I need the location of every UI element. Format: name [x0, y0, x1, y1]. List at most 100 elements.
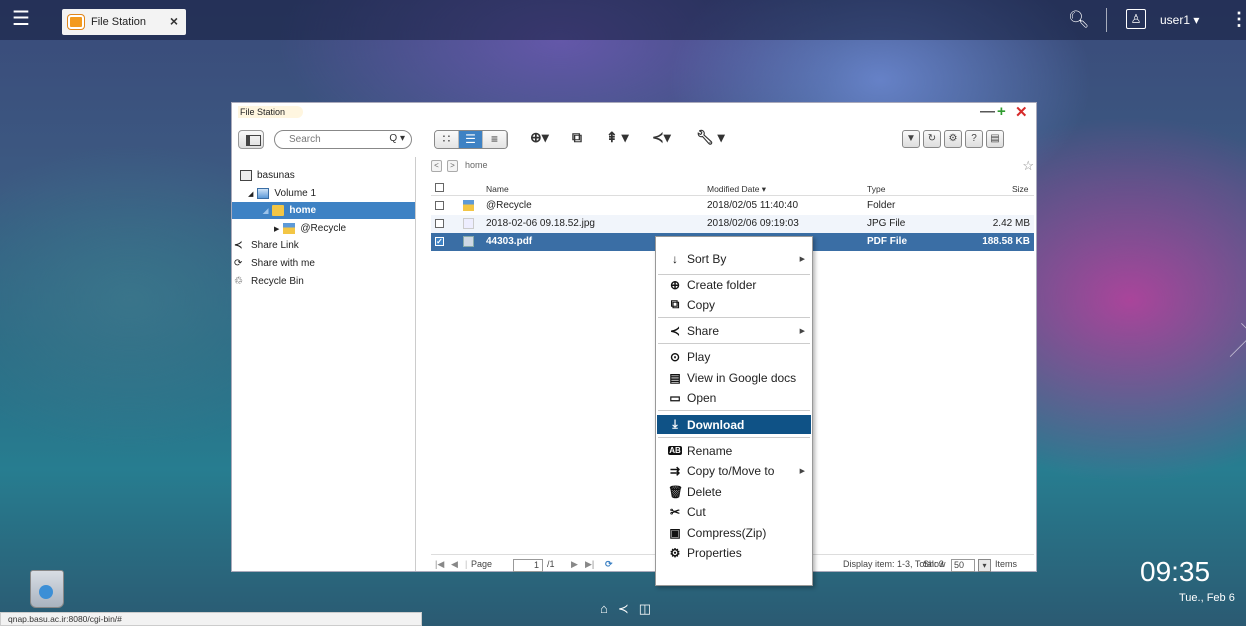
items-per-page-select[interactable]: 50	[951, 559, 975, 572]
settings-icon[interactable]: ⚙	[944, 130, 962, 148]
copy-tool-icon[interactable]: ⧉	[572, 129, 582, 146]
create-icon[interactable]: ⊕▾	[530, 129, 549, 146]
share-tool-icon[interactable]: ≺▾	[652, 129, 671, 146]
upload-icon[interactable]: ⇞ ▾	[606, 129, 629, 146]
menu-item-share[interactable]: ≺ Share ▶	[657, 321, 811, 340]
menu-item-view-google-docs[interactable]: ▤ View in Google docs	[657, 368, 811, 387]
prev-page-icon[interactable]: ◀	[451, 559, 458, 570]
search-dropdown-icon[interactable]: Q ▾	[389, 133, 405, 144]
menu-item-copy[interactable]: ⧉ Copy	[657, 295, 811, 314]
close-window-button[interactable]: ✕	[1015, 103, 1028, 121]
menu-item-label: Sort By	[687, 251, 727, 266]
list-view-button[interactable]: ☰	[459, 131, 483, 148]
main-menu-icon[interactable]: ☰	[9, 8, 33, 32]
search-input[interactable]: Search Q ▾	[274, 130, 412, 149]
close-tab-icon[interactable]: ×	[170, 13, 178, 29]
first-page-icon[interactable]: |◀	[435, 559, 444, 570]
view-mode-group: ∷ ☰ ≡	[434, 130, 508, 149]
tree-item-basunas[interactable]: basunas	[240, 167, 295, 184]
table-row[interactable]: @Recycle 2018/02/05 11:40:40 Folder	[431, 197, 1034, 215]
file-station-tab[interactable]: File Station ×	[62, 9, 186, 35]
tree-item-home[interactable]: ◢ home	[232, 202, 415, 219]
expand-arrow-icon[interactable]: ◢	[248, 190, 253, 198]
info-panel-icon[interactable]: ▤	[986, 130, 1004, 148]
share-with-me-icon: ⟳	[234, 258, 243, 269]
tree-item-share-with-me[interactable]: ⟳ Share with me	[234, 255, 315, 272]
dock-icons[interactable]: ⌂≺◫	[600, 601, 661, 617]
menu-item-properties[interactable]: ⚙ Properties	[657, 543, 811, 562]
table-row[interactable]: 2018-02-06 09.18.52.jpg 2018/02/06 09:19…	[431, 215, 1034, 233]
menu-item-create-folder[interactable]: ⊕ Create folder	[657, 275, 811, 294]
page-label: Page	[471, 559, 493, 569]
share-link-icon: ≺	[234, 240, 243, 251]
pdf-file-icon	[463, 236, 474, 247]
row-checkbox[interactable]	[435, 201, 444, 210]
tree-item-recycle[interactable]: ▶ @Recycle	[274, 220, 346, 237]
collapse-arrow-icon[interactable]: ▶	[274, 225, 279, 233]
menu-item-open[interactable]: ▭ Open	[657, 388, 811, 407]
sort-icon: ↓	[672, 251, 678, 266]
window-title: File Station	[238, 106, 304, 118]
column-header-type[interactable]: Type	[867, 184, 885, 194]
file-type: PDF File	[867, 236, 908, 247]
download-icon: ⤓	[672, 417, 678, 431]
menu-item-copy-move[interactable]: ⇉ Copy to/Move to ▶	[657, 461, 811, 480]
column-header-name[interactable]: Name	[486, 184, 509, 194]
thumbnail-view-button[interactable]: ∷	[435, 131, 459, 148]
next-desktop-arrow-icon[interactable]	[1219, 323, 1246, 357]
tree-item-label: Share Link	[251, 240, 299, 251]
window-titlebar[interactable]: File Station — + ✕	[232, 103, 1036, 123]
menu-item-delete[interactable]: 🗑︎ Delete	[657, 482, 811, 501]
tree-item-share-link[interactable]: ≺ Share Link	[234, 237, 299, 254]
row-checkbox-checked[interactable]: ✓	[435, 237, 444, 246]
nas-icon	[240, 170, 252, 181]
tree-item-recycle-bin[interactable]: ♲ Recycle Bin	[234, 273, 304, 290]
menu-item-sort-by[interactable]: ↓ Sort By ▶	[657, 249, 811, 268]
column-header-size[interactable]: Size	[1012, 184, 1029, 194]
home-folder-icon	[272, 205, 285, 216]
tree-item-volume[interactable]: ◢ Volume 1	[248, 185, 316, 202]
expand-arrow-icon[interactable]: ◢	[263, 207, 268, 215]
menu-item-download[interactable]: ⤓ Download	[657, 415, 811, 434]
favorite-star-icon[interactable]: ☆	[1022, 158, 1034, 174]
menu-item-cut[interactable]: ✂ Cut	[657, 502, 811, 521]
submenu-arrow-icon: ▶	[799, 327, 805, 335]
minimize-button[interactable]: —	[980, 103, 995, 120]
more-options-icon[interactable]: ⋮	[1230, 9, 1246, 30]
current-path[interactable]: home	[465, 160, 488, 170]
maximize-button[interactable]: +	[997, 103, 1006, 120]
column-header-modified[interactable]: Modified Date ▾	[707, 184, 766, 195]
refresh-page-icon[interactable]: ⟳	[605, 559, 613, 570]
menu-item-label: Cut	[687, 504, 706, 519]
toggle-tree-button[interactable]	[238, 130, 264, 149]
refresh-icon[interactable]: ↻	[923, 130, 941, 148]
menu-item-rename[interactable]: AB Rename	[657, 441, 811, 460]
menu-item-compress[interactable]: ▣ Compress(Zip)	[657, 523, 811, 542]
chevron-down-icon[interactable]: ▾	[978, 559, 991, 572]
file-type: JPG File	[867, 218, 906, 229]
detail-view-button[interactable]: ≡	[483, 131, 507, 148]
topbar-divider	[1106, 8, 1107, 32]
tools-icon[interactable]: 🔧︎ ▾	[696, 129, 725, 146]
help-icon[interactable]: ?	[965, 130, 983, 148]
browser-status-url: qnap.basu.ac.ir:8080/cgi-bin/#	[0, 612, 422, 626]
user-menu[interactable]: user1 ▾	[1160, 13, 1199, 27]
page-number-input[interactable]: 1	[513, 559, 543, 572]
forward-button[interactable]: >	[447, 160, 458, 172]
user-icon[interactable]: ♙	[1126, 9, 1146, 29]
search-icon[interactable]: 🔍︎	[1068, 10, 1090, 30]
filter-icon[interactable]: ▼	[902, 130, 920, 148]
recycle-bin-desktop-icon[interactable]	[30, 570, 64, 608]
select-all-checkbox[interactable]	[435, 183, 444, 192]
cut-icon: ✂	[669, 504, 681, 519]
last-page-icon[interactable]: ▶|	[585, 559, 594, 570]
top-bar: ☰ File Station × 🔍︎ ♙ user1 ▾ ⋮	[0, 0, 1246, 40]
sidebar-divider[interactable]	[415, 157, 416, 571]
compress-icon: ▣	[669, 525, 681, 540]
back-button[interactable]: <	[431, 160, 442, 172]
row-checkbox[interactable]	[435, 219, 444, 228]
menu-item-play[interactable]: ⊙ Play	[657, 347, 811, 366]
next-page-icon[interactable]: ▶	[571, 559, 578, 570]
menu-divider	[658, 410, 810, 411]
rename-icon: AB	[668, 446, 682, 455]
